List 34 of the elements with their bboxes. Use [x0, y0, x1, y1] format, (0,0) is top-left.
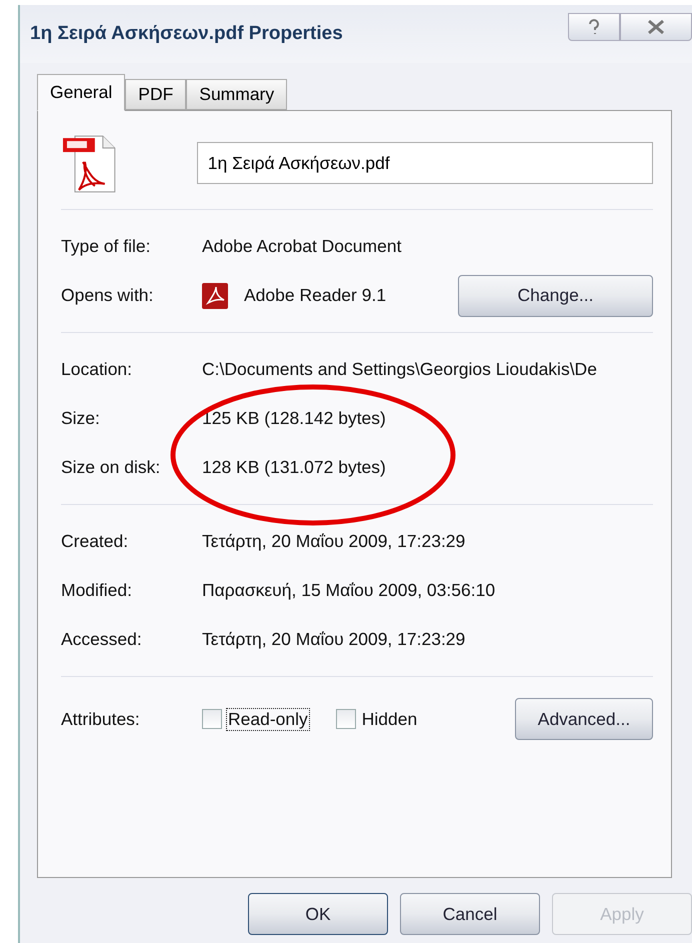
advanced-button[interactable]: Advanced... — [515, 698, 653, 740]
property-value: Adobe Reader 9.1 — [244, 285, 386, 306]
property-label: Size on disk: — [61, 457, 162, 478]
tab[interactable]: PDF — [125, 79, 186, 110]
property-label: Opens with: — [61, 285, 154, 306]
property-value: 128 KB (131.072 bytes) — [202, 457, 386, 478]
checkbox[interactable] — [336, 709, 356, 729]
file-name-field[interactable]: 1η Σειρά Ασκήσεων.pdf — [196, 142, 653, 184]
property-label: Location: — [61, 359, 134, 380]
tab[interactable]: Summary — [186, 79, 288, 110]
checkbox-label[interactable]: Hidden — [360, 708, 420, 730]
close-button[interactable] — [620, 13, 692, 41]
property-value: Adobe Acrobat Document — [202, 236, 402, 257]
property-label: Modified: — [61, 580, 134, 601]
property-value: C:\Documents and Settings\Georgios Lioudakis\De — [202, 359, 597, 380]
dialog-button[interactable]: Cancel — [400, 893, 540, 935]
close-icon — [647, 20, 665, 34]
property-label: Size: — [61, 408, 101, 429]
help-button[interactable] — [568, 13, 620, 41]
dialog-button[interactable]: OK — [248, 893, 388, 935]
property-value: Τετάρτη, 20 Μαΐου 2009, 17:23:29 — [202, 629, 466, 650]
change-button[interactable]: Change... — [458, 274, 653, 316]
property-label: Type of file: — [61, 236, 152, 257]
window-title: 1η Σειρά Ασκήσεων.pdf Properties — [30, 23, 343, 45]
property-value: Τετάρτη, 20 Μαΐου 2009, 17:23:29 — [202, 531, 466, 552]
help-icon — [587, 19, 601, 35]
pdf-app-icon — [202, 282, 228, 308]
property-value: Παρασκευή, 15 Μαΐου 2009, 03:56:10 — [202, 580, 496, 601]
property-label: Accessed: — [61, 629, 143, 650]
property-label: Attributes: — [61, 708, 141, 730]
checkbox[interactable] — [202, 709, 222, 729]
property-label: Created: — [61, 531, 130, 552]
checkbox-label[interactable]: Read-only — [226, 708, 310, 730]
tab[interactable]: General — [37, 74, 126, 111]
